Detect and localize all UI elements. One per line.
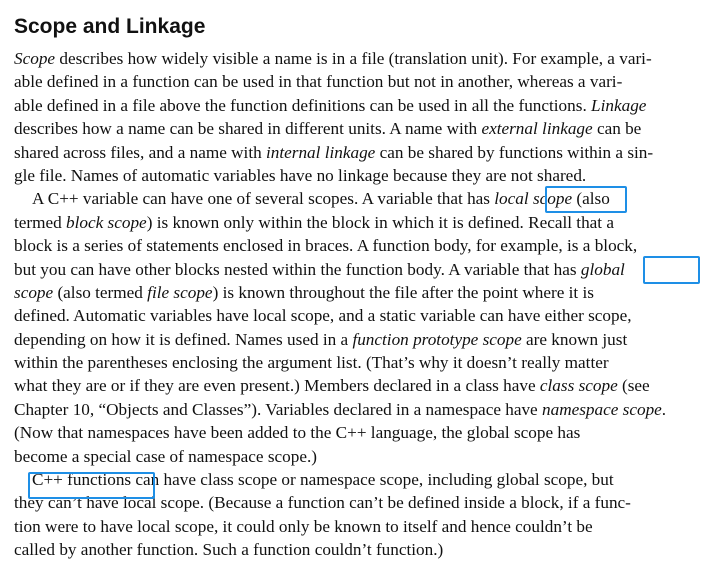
italic-term: Scope [14, 49, 56, 68]
italic-term: global [580, 259, 625, 279]
text-run: termed [14, 212, 67, 232]
text-run: gle file. Names of automatic variables h… [14, 165, 587, 185]
text-line: shared across files, and a name with int… [14, 141, 714, 164]
italic-term: external linkage [481, 119, 593, 139]
text-run: (also termed [53, 282, 148, 302]
text-line: A C++ variable can have one of several s… [14, 187, 714, 210]
text-line: able defined in a file above the functio… [14, 94, 714, 117]
text-run: can be [592, 119, 642, 139]
text-run: shared across files, and a name with [14, 142, 266, 162]
text-run: able defined in a function can be used i… [14, 72, 623, 92]
text-run: depending on how it is defined. Names us… [14, 329, 353, 349]
text-run: become a special case of namespace scope… [14, 446, 318, 466]
text-line: they can’t have local scope. (Because a … [14, 491, 714, 514]
document-page: Scope and Linkage Scope describes how wi… [14, 14, 714, 562]
text-run: describes how a name can be shared in di… [14, 119, 482, 139]
text-line: Chapter 10, “Objects and Classes”). Vari… [14, 398, 714, 421]
text-run: (Now that namespaces have been added to … [14, 423, 581, 443]
text-line: block is a series of statements enclosed… [14, 234, 714, 257]
text-run: are known just [521, 329, 628, 349]
text-line: within the parentheses enclosing the arg… [14, 351, 714, 374]
text-run: able defined in a file above the functio… [14, 95, 592, 115]
text-line: C++ functions can have class scope or na… [14, 468, 714, 491]
text-run: called by another function. Such a funct… [14, 540, 444, 560]
text-run: (see [617, 376, 650, 396]
text-run: (also [572, 189, 610, 209]
text-run: ) is known throughout the file after the… [212, 282, 594, 302]
italic-term: function prototype scope [352, 329, 522, 349]
text-line: but you can have other blocks nested wit… [14, 258, 714, 281]
italic-term: internal linkage [266, 142, 376, 162]
text-run: Chapter 10, “Objects and Classes”). Vari… [14, 399, 542, 419]
italic-term: file scope [147, 282, 213, 302]
text-line: depending on how it is defined. Names us… [14, 328, 714, 351]
text-line: what they are or if they are even presen… [14, 374, 714, 397]
text-line: able defined in a function can be used i… [14, 70, 714, 93]
text-run: but you can have other blocks nested wit… [14, 259, 581, 279]
text-run: describes how widely visible a name is i… [55, 49, 652, 68]
italic-term: namespace scope [542, 399, 662, 419]
text-line: gle file. Names of automatic variables h… [14, 164, 714, 187]
text-run: they can’t have local scope. (Because a … [14, 493, 631, 513]
text-line: called by another function. Such a funct… [14, 538, 714, 561]
italic-term: class scope [539, 376, 618, 396]
body-text: Scope describes how widely visible a nam… [14, 47, 714, 562]
text-line: describes how a name can be shared in di… [14, 117, 714, 140]
italic-term: scope [14, 282, 54, 302]
text-line: become a special case of namespace scope… [14, 445, 714, 468]
text-run: what they are or if they are even presen… [14, 376, 540, 396]
italic-term: block scope [66, 212, 147, 232]
text-line: termed block scope) is known only within… [14, 211, 714, 234]
text-line: Scope describes how widely visible a nam… [14, 47, 714, 70]
italic-term: local scope [494, 189, 573, 209]
text-run: . [661, 399, 667, 419]
text-run: defined. Automatic variables have local … [14, 306, 632, 326]
italic-term: Linkage [591, 95, 647, 115]
text-line: defined. Automatic variables have local … [14, 304, 714, 327]
text-line: (Now that namespaces have been added to … [14, 421, 714, 444]
text-run: tion were to have local scope, it could … [14, 516, 593, 536]
section-title: Scope and Linkage [14, 15, 206, 38]
text-line: scope (also termed file scope) is known … [14, 281, 714, 304]
text-line: tion were to have local scope, it could … [14, 515, 714, 538]
text-run: ) is known only within the block in whic… [146, 212, 615, 232]
text-run: within the parentheses enclosing the arg… [14, 353, 609, 373]
text-run: C++ functions can have class scope or na… [32, 470, 614, 490]
text-run: block is a series of statements enclosed… [14, 236, 638, 256]
text-run: A C++ variable can have one of several s… [32, 189, 495, 209]
text-run: can be shared by functions within a sin- [375, 142, 654, 162]
